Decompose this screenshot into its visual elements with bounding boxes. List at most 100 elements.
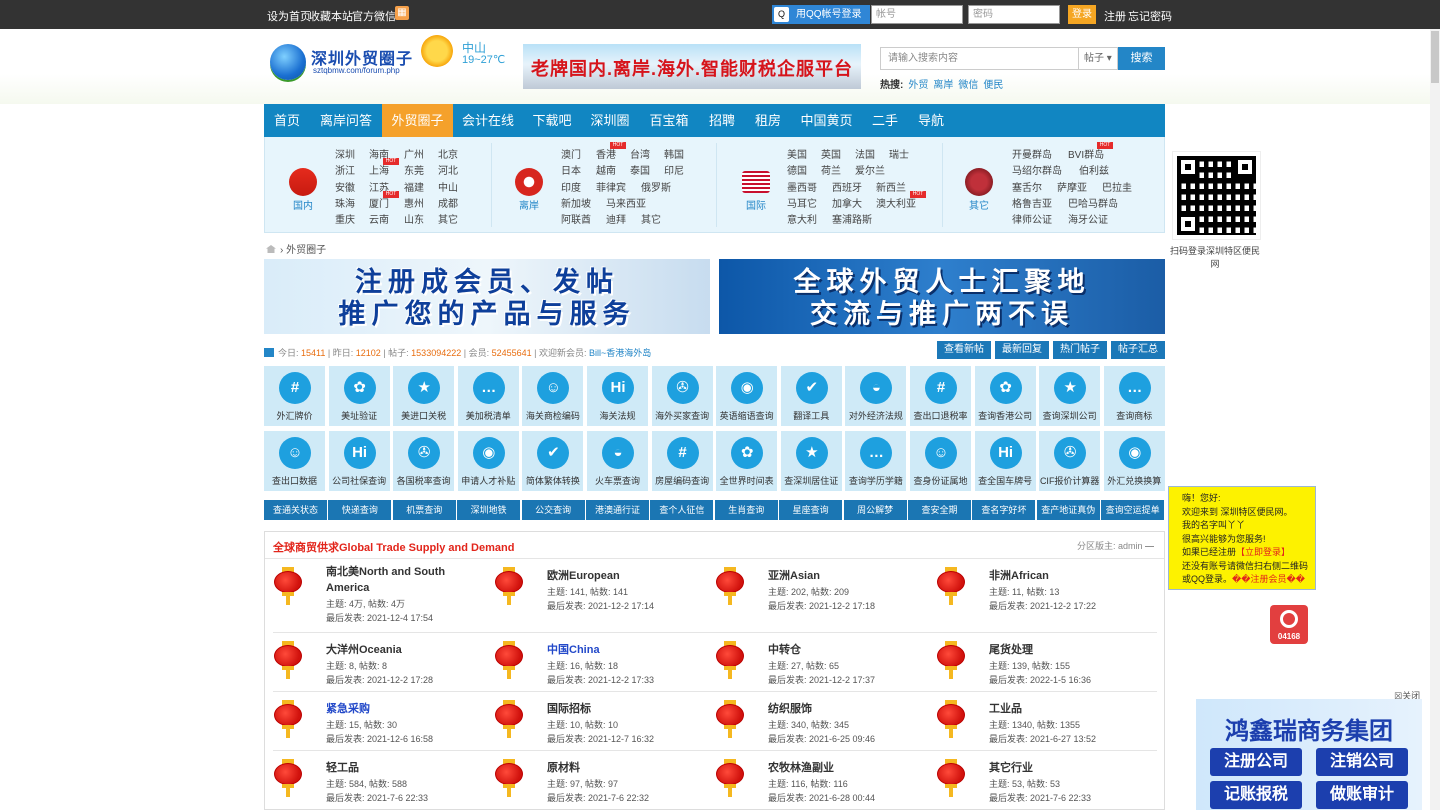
nav-item[interactable]: 深圳圈 [581, 104, 639, 137]
board-name[interactable]: 亚洲Asian [768, 567, 820, 583]
board-last-post[interactable]: 最后发表: 2021-12-4 17:54 [326, 611, 433, 624]
globe-logo-icon[interactable] [270, 44, 306, 80]
search-button[interactable]: 搜索 [1118, 47, 1165, 70]
region-link[interactable]: 云南 [369, 211, 389, 226]
board-name[interactable]: 非洲African [989, 567, 1049, 583]
board-last-post[interactable]: 最后发表: 2021-7-6 22:32 [547, 791, 649, 804]
business-ad[interactable]: 鸿鑫瑞商务集团 注册公司 注销公司 记账报税 做账审计 [1196, 699, 1422, 810]
nav-item[interactable]: 招聘 [699, 104, 745, 137]
home-icon[interactable] [266, 245, 276, 253]
quick-query-link[interactable]: 深圳地铁 [457, 500, 521, 520]
board-name[interactable]: 轻工品 [326, 759, 359, 775]
password-input[interactable]: 密码 [968, 5, 1060, 24]
board-name[interactable]: 纺织服饰 [768, 700, 812, 716]
region-link[interactable]: 广州 [404, 146, 424, 161]
region-link[interactable]: 英国 [821, 146, 841, 161]
region-link[interactable]: 北京 [438, 146, 458, 161]
tool-tile[interactable]: … 美加税清单 [457, 366, 519, 426]
qq-login-button[interactable]: Q 用QQ帐号登录 [772, 5, 870, 24]
forum-board[interactable]: 大洋州Oceania 主题: 8, 帖数: 8 最后发表: 2021-12-2 17… [265, 641, 475, 701]
region-link[interactable]: 其它 [641, 211, 661, 226]
forum-board[interactable]: 南北美North and South America 主题: 4万, 帖数: 4万… [265, 564, 475, 627]
forum-board[interactable]: 中国China 主题: 16, 帖数: 18 最后发表: 2021-12-2 17:… [486, 641, 696, 701]
bubble-login-link[interactable]: 【立即登录】 [1236, 547, 1290, 557]
board-name[interactable]: 工业品 [989, 700, 1022, 716]
region-link[interactable]: 新西兰 [876, 179, 906, 194]
bookmark-link[interactable]: 收藏本站 [309, 8, 353, 24]
board-last-post[interactable]: 最后发表: 2021-12-2 17:33 [547, 673, 654, 686]
tool-tile[interactable]: # 房屋编码查询 [651, 431, 713, 491]
region-link[interactable]: 美国 [787, 146, 807, 161]
bubble-register-link[interactable]: ��注册会员�� [1232, 574, 1305, 584]
region-link[interactable]: 塞舌尔 [1012, 179, 1042, 194]
login-button[interactable]: 登录 [1068, 5, 1096, 24]
board-name[interactable]: 大洋州Oceania [326, 641, 402, 657]
quick-query-link[interactable]: 查个人征信 [650, 500, 714, 520]
tool-tile[interactable]: ◒ 火车票查询 [587, 431, 648, 491]
nav-item[interactable]: 中国黄页 [791, 104, 862, 137]
board-name[interactable]: 农牧林渔副业 [768, 759, 834, 775]
quick-query-link[interactable]: 查名字好坏 [972, 500, 1036, 520]
region-link[interactable]: 重庆 [335, 211, 355, 226]
board-name[interactable]: 南北美North and South America [326, 564, 466, 596]
collapse-icon[interactable]: — [1145, 541, 1154, 551]
tool-tile[interactable]: ✇ 海外买家查询 [651, 366, 713, 426]
stats-counter-badge[interactable]: 04168 [1270, 605, 1308, 644]
hot-link[interactable]: 离岸 [933, 80, 953, 91]
region-link[interactable]: 马耳它 [787, 195, 817, 210]
nav-item[interactable]: 二手 [862, 104, 908, 137]
tool-tile[interactable]: Hi 海关法规 [587, 366, 648, 426]
region-link[interactable]: 意大利 [787, 211, 817, 226]
tool-tile[interactable]: ◉ 申请人才补贴 [457, 431, 519, 491]
nav-item[interactable]: 首页 [264, 104, 310, 137]
board-last-post[interactable]: 最后发表: 2021-12-2 17:22 [989, 599, 1096, 612]
forum-board[interactable]: 中转仓 主题: 27, 帖数: 65 最后发表: 2021-12-2 17:37 [707, 641, 917, 701]
search-type-select[interactable]: 帖子 ▾ [1078, 47, 1118, 70]
tool-tile[interactable]: ✔ 翻译工具 [780, 366, 842, 426]
region-link[interactable]: 珠海 [335, 195, 355, 210]
view-new-posts-button[interactable]: 查看新帖 [937, 341, 991, 359]
search-input[interactable]: 请输入搜索内容 [880, 47, 1078, 70]
board-name[interactable]: 其它行业 [989, 759, 1033, 775]
breadcrumb-item[interactable]: 外贸圈子 [286, 245, 326, 256]
region-link[interactable]: 开曼群岛 [1012, 146, 1052, 161]
nav-item[interactable]: 离岸问答 [310, 104, 382, 137]
region-link[interactable]: 德国 [787, 162, 807, 177]
quick-query-link[interactable]: 生肖查询 [714, 500, 778, 520]
region-link[interactable]: 加拿大 [832, 195, 862, 210]
region-link[interactable]: 安徽 [335, 179, 355, 194]
tool-tile[interactable]: ★ 美进口关税 [393, 366, 455, 426]
tool-tile[interactable]: ☺ 查身份证属地 [910, 431, 971, 491]
region-link[interactable]: 爱尔兰 [855, 162, 885, 177]
tool-tile[interactable]: ◉ 外汇兑换换算 [1103, 431, 1165, 491]
region-name[interactable]: 离岸 [509, 197, 549, 212]
region-link[interactable]: 俄罗斯 [641, 179, 671, 194]
forum-board[interactable]: 纺织服饰 主题: 340, 帖数: 345 最后发表: 2021-6-25 09:4… [707, 700, 917, 760]
tool-tile[interactable]: # 查出口退税率 [910, 366, 971, 426]
region-link[interactable]: 巴拉圭 [1102, 179, 1132, 194]
region-link[interactable]: 律师公证 [1012, 211, 1052, 226]
region-link[interactable]: 河北 [438, 162, 458, 177]
seal-icon[interactable] [965, 168, 993, 196]
region-link[interactable]: 伯利兹 [1079, 162, 1109, 177]
quick-query-link[interactable]: 查安全期 [908, 500, 971, 520]
wechat-qr-icon[interactable]: ▦ [395, 6, 409, 20]
scrollbar-thumb[interactable] [1431, 31, 1439, 83]
quick-query-link[interactable]: 快递查询 [328, 500, 392, 520]
tool-tile[interactable]: Hi 公司社保查询 [328, 431, 390, 491]
tool-tile[interactable]: ◉ 英语缩语查询 [716, 366, 778, 426]
region-link[interactable]: 马来西亚 [606, 195, 646, 210]
scrollbar[interactable] [1430, 29, 1440, 810]
region-link[interactable]: 菲律宾 [596, 179, 626, 194]
tool-tile[interactable]: ✔ 简体繁体转换 [522, 431, 584, 491]
board-last-post[interactable]: 最后发表: 2021-6-25 09:46 [768, 732, 875, 745]
forum-board[interactable]: 非洲African 主题: 11, 帖数: 13 最后发表: 2021-12-2 1… [928, 567, 1138, 627]
board-name[interactable]: 中国China [547, 641, 600, 657]
us-flag-icon[interactable] [742, 171, 770, 193]
register-promo-banner[interactable]: 注册成会员、发帖 推广您的产品与服务 [264, 259, 710, 334]
tool-tile[interactable]: ✿ 全世界时间表 [716, 431, 778, 491]
username-input[interactable]: 帐号 [871, 5, 963, 24]
quick-query-link[interactable]: 周公解梦 [843, 500, 907, 520]
tool-tile[interactable]: ★ 查深圳居住证 [780, 431, 842, 491]
tool-tile[interactable]: … 查询学历学籍 [845, 431, 907, 491]
